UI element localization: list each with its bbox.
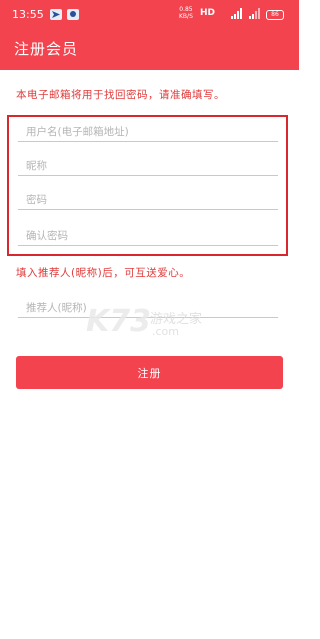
watermark-domain: .com [152,325,179,338]
confirm-password-field[interactable] [18,224,278,246]
app-bar: 注册会员 [0,28,299,70]
username-field[interactable] [18,120,278,142]
username-input[interactable] [18,122,278,142]
field-underline [18,175,278,176]
app-notification-icon [50,9,62,20]
app-notification-icon-2 [67,9,79,20]
status-bar: 13:55 0.85 KB/S HD 86 [0,0,299,28]
password-input[interactable] [18,190,278,210]
watermark-logo: K73 游戏之家 .com [86,304,216,342]
page-title: 注册会员 [14,40,79,58]
nickname-input[interactable] [18,156,278,176]
password-field[interactable] [18,188,278,210]
referrer-note: 填入推荐人(昵称)后，可互送爱心。 [16,267,191,279]
email-notice: 本电子邮箱将用于找回密码，请准确填写。 [16,89,225,101]
field-underline [18,209,278,210]
watermark-k73: K73 [86,304,151,339]
nickname-field[interactable] [18,154,278,176]
signal-icon [230,6,244,23]
field-underline [18,141,278,142]
signal-icon-2 [248,6,262,23]
network-speed: 0.85 KB/S [179,6,193,20]
confirm-password-input[interactable] [18,226,278,246]
battery-icon: 86 [266,10,284,20]
network-speed-unit: KB/S [179,13,193,20]
status-time: 13:55 [12,8,44,21]
network-speed-value: 0.85 [179,6,193,13]
field-underline [18,245,278,246]
register-button[interactable]: 注册 [16,356,283,389]
hd-icon: HD [200,8,216,18]
